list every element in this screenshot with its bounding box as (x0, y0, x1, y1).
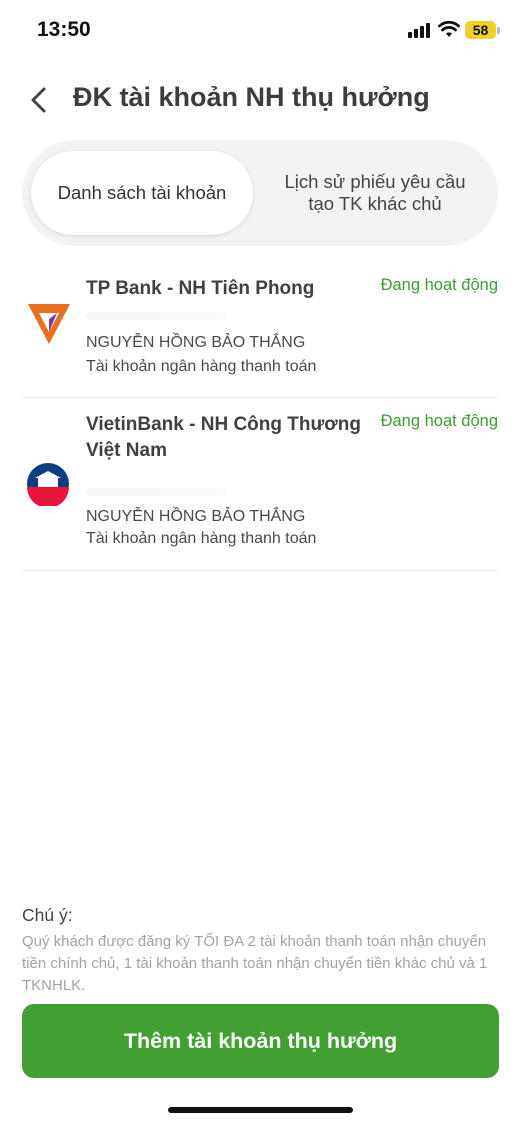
tab-switcher: Danh sách tài khoản Lịch sử phiếu yêu cầ… (22, 140, 498, 246)
account-item-vietinbank[interactable]: VietinBank - NH Công Thương Việt Nam Đan… (22, 398, 498, 571)
home-indicator (168, 1107, 353, 1113)
tpbank-logo (28, 304, 70, 344)
masked-account-number (86, 312, 226, 320)
battery-indicator: 58 (465, 21, 496, 39)
account-type: Tài khoản ngân hàng thanh toán (86, 530, 317, 547)
note-title: Chú ý: (22, 905, 73, 925)
status-bar: 13:50 58 (0, 0, 520, 60)
masked-account-number (86, 488, 226, 496)
account-status: Đang hoạt động (380, 412, 498, 430)
header: ĐK tài khoản NH thụ hưởng (0, 78, 520, 122)
wifi-icon (438, 20, 460, 37)
vietinbank-logo (27, 463, 69, 506)
battery-cap (497, 27, 500, 34)
bank-name: VietinBank - NH Công Thương Việt Nam (86, 414, 361, 461)
tab-request-history[interactable]: Lịch sử phiếu yêu cầu tạo TK khác chủ (260, 151, 490, 235)
tab-request-history-line1: Lịch sử phiếu yêu cầu (284, 171, 466, 192)
account-holder: NGUYỄN HỒNG BẢO THẮNG (86, 508, 306, 525)
note-text: Quý khách được đăng ký TỐI ĐA 2 tài khoả… (22, 933, 488, 994)
cellular-signal-icon (408, 23, 430, 38)
status-time: 13:50 (37, 18, 91, 41)
account-holder: NGUYỄN HỒNG BẢO THẮNG (86, 334, 306, 351)
page-title: ĐK tài khoản NH thụ hưởng (73, 82, 430, 112)
bank-name: TP Bank - NH Tiên Phong (86, 278, 315, 299)
add-beneficiary-button[interactable]: Thêm tài khoản thụ hưởng (22, 1004, 499, 1078)
account-status: Đang hoạt động (380, 276, 498, 294)
note-section: Chú ý: Quý khách được đăng ký TỐI ĐA 2 t… (22, 905, 502, 997)
back-button[interactable] (22, 82, 58, 118)
tab-account-list[interactable]: Danh sách tài khoản (31, 151, 253, 235)
account-type: Tài khoản ngân hàng thanh toán (86, 358, 317, 375)
account-item-tpbank[interactable]: TP Bank - NH Tiên Phong Đang hoạt động N… (22, 262, 498, 398)
tab-request-history-line2: tạo TK khác chủ (308, 193, 442, 214)
chevron-left-icon (31, 87, 46, 113)
